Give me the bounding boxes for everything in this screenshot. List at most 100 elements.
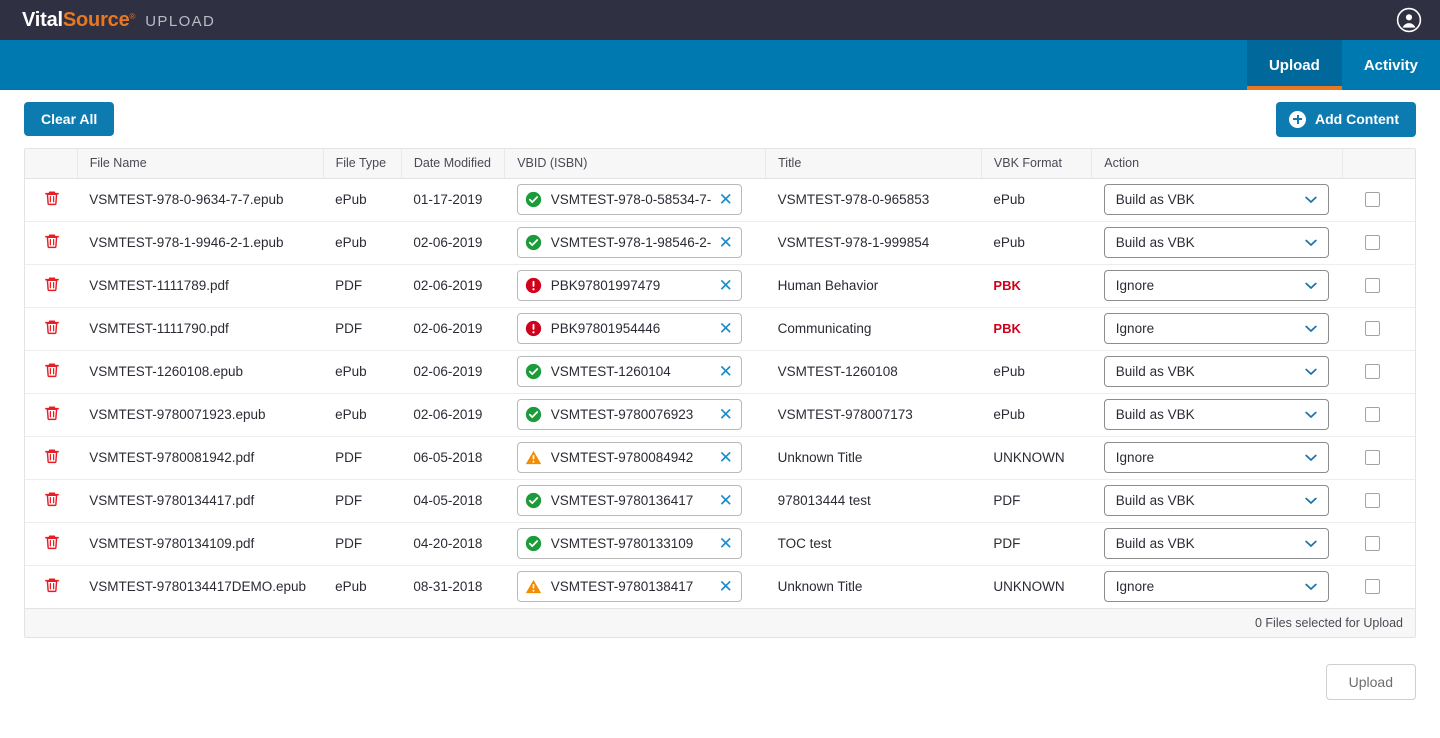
action-select[interactable]: Ignore <box>1103 313 1329 344</box>
row-select-checkbox[interactable] <box>1364 450 1380 465</box>
cell-select <box>1342 178 1415 222</box>
cell-delete <box>25 264 78 308</box>
vbid-field[interactable]: ✕ <box>516 227 742 258</box>
vbid-input[interactable] <box>541 192 713 207</box>
trash-icon[interactable] <box>43 404 61 425</box>
row-select-checkbox[interactable] <box>1364 493 1380 508</box>
account-circle-icon[interactable] <box>1396 7 1422 33</box>
vbid-input[interactable] <box>541 579 713 595</box>
row-select-checkbox[interactable] <box>1364 278 1380 293</box>
cell-select <box>1342 479 1415 523</box>
vbid-input[interactable] <box>541 278 713 293</box>
vbid-input[interactable] <box>541 321 713 336</box>
cell-title: Unknown Title <box>765 436 982 480</box>
close-x-icon[interactable]: ✕ <box>713 443 739 472</box>
close-x-icon[interactable]: ✕ <box>713 228 739 257</box>
vbid-field[interactable]: ✕ <box>516 571 742 603</box>
cell-title: Communicating <box>765 307 982 351</box>
row-select-checkbox[interactable] <box>1364 321 1380 336</box>
add-content-button[interactable]: Add Content <box>1276 101 1416 137</box>
close-x-icon[interactable]: ✕ <box>713 314 739 343</box>
action-select[interactable]: Build as VBK <box>1103 399 1329 430</box>
row-select-checkbox[interactable] <box>1364 235 1380 250</box>
action-select[interactable]: Ignore <box>1103 442 1329 473</box>
vbid-input[interactable] <box>541 407 713 422</box>
toolbar: Clear All Add Content <box>0 90 1440 148</box>
vbid-field[interactable]: ✕ <box>516 528 742 559</box>
close-x-icon[interactable]: ✕ <box>713 572 739 601</box>
trash-icon[interactable] <box>43 318 61 339</box>
vbid-field[interactable]: ✕ <box>516 270 742 301</box>
action-select[interactable]: Build as VBK <box>1103 184 1329 215</box>
vbk-format-value: PDF <box>993 536 1021 551</box>
trash-icon[interactable] <box>43 576 61 597</box>
vbid-input[interactable] <box>541 536 713 551</box>
vbid-input[interactable] <box>541 450 713 465</box>
footer-actions: Upload <box>0 638 1440 700</box>
close-x-icon[interactable]: ✕ <box>713 357 739 386</box>
column-header-date-modified: Date Modified <box>401 149 506 179</box>
vbk-format-value: ePub <box>993 235 1025 250</box>
vbid-field[interactable]: ✕ <box>516 399 742 430</box>
close-x-icon[interactable]: ✕ <box>713 529 739 558</box>
tab-activity[interactable]: Activity <box>1342 40 1440 90</box>
action-select[interactable]: Ignore <box>1103 571 1329 603</box>
vbid-field[interactable]: ✕ <box>516 442 742 473</box>
cell-date-modified: 06-05-2018 <box>401 436 505 480</box>
vbid-field[interactable]: ✕ <box>516 184 742 215</box>
action-select-value: Build as VBK <box>1115 493 1195 508</box>
registered-mark: ® <box>129 11 136 21</box>
table-row: VSMTEST-9780081942.pdfPDF06-05-2018 ✕ Unkn… <box>25 436 1415 480</box>
cell-vbk-format: PDF <box>981 479 1092 523</box>
row-select-checkbox[interactable] <box>1364 407 1380 422</box>
close-x-icon[interactable]: ✕ <box>713 185 739 214</box>
clear-all-button[interactable]: Clear All <box>24 102 115 136</box>
upload-button[interactable]: Upload <box>1325 664 1416 700</box>
action-select[interactable]: Build as VBK <box>1103 227 1329 258</box>
vbid-field[interactable]: ✕ <box>516 313 742 344</box>
action-select[interactable]: Build as VBK <box>1103 485 1329 516</box>
action-select[interactable]: Build as VBK <box>1103 356 1329 387</box>
status-warning-icon <box>525 578 542 595</box>
close-x-icon[interactable]: ✕ <box>713 400 739 429</box>
trash-icon[interactable] <box>43 275 61 296</box>
row-select-checkbox[interactable] <box>1364 579 1380 595</box>
close-x-icon[interactable]: ✕ <box>713 271 739 300</box>
close-x-icon[interactable]: ✕ <box>713 486 739 515</box>
cell-delete <box>25 479 78 523</box>
cell-select <box>1342 350 1415 394</box>
cell-select <box>1342 522 1415 566</box>
vbid-input[interactable] <box>541 364 713 379</box>
vbid-field[interactable]: ✕ <box>516 356 742 387</box>
cell-file-type: ePub <box>335 579 367 595</box>
row-select-checkbox[interactable] <box>1364 192 1380 207</box>
row-select-checkbox[interactable] <box>1364 536 1380 551</box>
trash-icon[interactable] <box>43 189 61 210</box>
cell-file-name: VSMTEST-1111789.pdf <box>77 264 324 308</box>
cell-file-name: VSMTEST-9780134109.pdf <box>77 522 324 566</box>
vbid-input[interactable] <box>541 493 713 508</box>
trash-icon[interactable] <box>43 361 61 382</box>
row-select-checkbox[interactable] <box>1364 364 1380 379</box>
column-header-title: Title <box>765 149 982 179</box>
vbk-format-value: UNKNOWN <box>993 579 1065 595</box>
trash-icon[interactable] <box>43 533 61 554</box>
cell-vbk-format: UNKNOWN <box>981 565 1091 608</box>
vbid-field[interactable]: ✕ <box>516 485 742 516</box>
cell-select <box>1342 436 1415 480</box>
action-select-value: Ignore <box>1115 278 1155 293</box>
tab-upload[interactable]: Upload <box>1246 40 1342 90</box>
action-select-value: Build as VBK <box>1115 192 1195 207</box>
trash-icon[interactable] <box>43 447 61 468</box>
cell-file-name: VSMTEST-978-1-9946-2-1.epub <box>77 221 324 265</box>
action-select[interactable]: Ignore <box>1103 270 1329 301</box>
cell-file-type: PDF <box>323 436 402 480</box>
vbid-input[interactable] <box>541 235 713 250</box>
action-select[interactable]: Build as VBK <box>1103 528 1329 559</box>
cell-select <box>1342 221 1415 265</box>
action-select-value: Build as VBK <box>1115 536 1195 551</box>
action-select-value: Build as VBK <box>1115 364 1195 379</box>
trash-icon[interactable] <box>43 232 61 253</box>
trash-icon[interactable] <box>43 490 61 511</box>
table-row: VSMTEST-1111790.pdfPDF02-06-2019 ✕ Communi… <box>25 307 1415 351</box>
